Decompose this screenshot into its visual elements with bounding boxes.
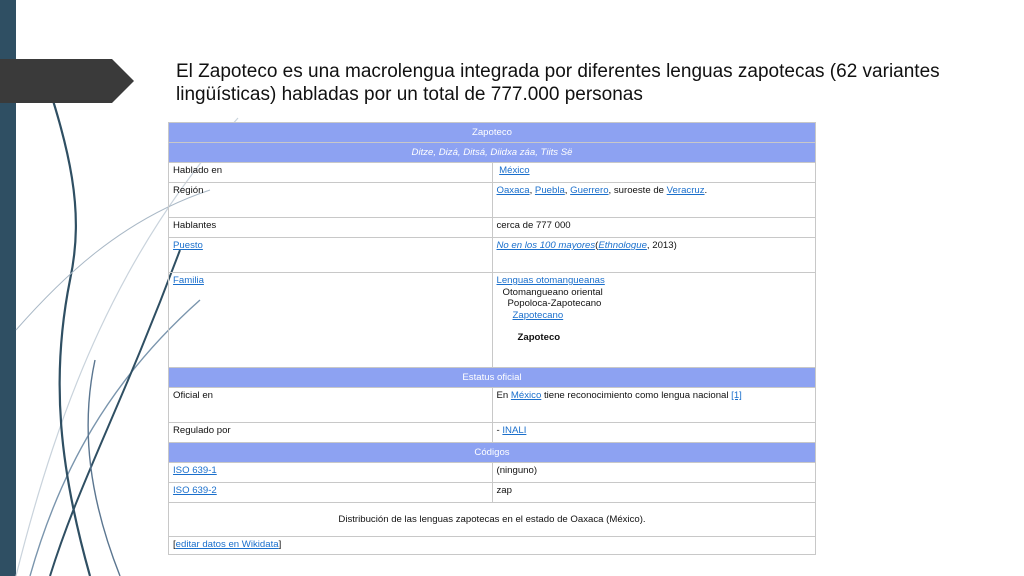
edit-wikidata-link[interactable]: editar datos en Wikidata (176, 539, 279, 550)
rank-link[interactable]: No en los 100 mayores (497, 240, 596, 251)
spoken-row: Hablado en México (168, 162, 816, 183)
edit-close: ] (278, 539, 282, 550)
official-header-row: Estatus oficial (168, 367, 816, 388)
slide-title: El Zapoteco es una macrolengua integrada… (176, 61, 940, 105)
regulated-label: Regulado por (168, 422, 493, 443)
infobox-subheader: Ditze, Dizá, Ditsá, Diidxa záa, Tiits Së (168, 142, 816, 163)
region-end: . (704, 185, 708, 196)
infobox-header-row: Zapoteco (168, 122, 816, 143)
region-link-veracruz[interactable]: Veracruz (667, 185, 705, 196)
family-row: Familia Lenguas otomangueanas Otomanguea… (168, 272, 816, 368)
iso1-row: ISO 639-1 (ninguno) (168, 462, 816, 483)
regulated-link[interactable]: INALI (502, 425, 526, 436)
family-label-cell: Familia (168, 272, 493, 368)
region-value-cell: Oaxaca, Puebla, Guerrero, suroeste de Ve… (491, 182, 816, 218)
official-row: Oficial en En México tiene reconocimient… (168, 387, 816, 423)
edit-cell: [editar datos en Wikidata] (168, 536, 816, 555)
family-tree-item: Zapoteco (517, 332, 561, 343)
official-prefix: En (496, 390, 511, 401)
rank-row: Puesto No en los 100 mayores(Ethnologue,… (168, 237, 816, 273)
region-link-guerrero[interactable]: Guerrero (570, 185, 608, 196)
official-country-link[interactable]: México (511, 390, 541, 401)
official-label: Oficial en (168, 387, 493, 423)
iso2-label-cell: ISO 639-2 (168, 482, 493, 503)
region-link-puebla[interactable]: Puebla (535, 185, 565, 196)
regulated-row: Regulado por - INALI (168, 422, 816, 443)
codes-header: Códigos (168, 442, 816, 463)
codes-header-row: Códigos (168, 442, 816, 463)
region-mid-text: , suroeste de (608, 185, 667, 196)
family-tree-item: Popoloca-Zapotecano (507, 298, 602, 309)
official-header: Estatus oficial (168, 367, 816, 388)
region-row: Región Oaxaca, Puebla, Guerrero, suroest… (168, 182, 816, 218)
iso2-link[interactable]: ISO 639-2 (173, 485, 217, 496)
speakers-value: cerca de 777 000 (491, 217, 816, 238)
edit-row: [editar datos en Wikidata] (168, 536, 816, 555)
infobox-subheader-row: Ditze, Dizá, Ditsá, Diidxa záa, Tiits Së (168, 142, 816, 163)
rank-value-cell: No en los 100 mayores(Ethnologue, 2013) (491, 237, 816, 273)
region-label: Región (168, 182, 493, 218)
iso2-row: ISO 639-2 zap (168, 482, 816, 503)
speakers-label: Hablantes (168, 217, 493, 238)
iso2-value: zap (491, 482, 816, 503)
iso1-label-cell: ISO 639-1 (168, 462, 493, 483)
iso1-value: (ninguno) (491, 462, 816, 483)
family-tree-item[interactable]: Zapotecano (513, 310, 564, 321)
title-arrow-marker (0, 59, 134, 103)
map-caption: Distribución de las lenguas zapotecas en… (168, 502, 816, 537)
official-text: tiene reconocimiento como lengua naciona… (541, 390, 732, 401)
regulated-value-cell: - INALI (491, 422, 816, 443)
spoken-value-cell: México (491, 162, 816, 183)
language-infobox: Zapoteco Ditze, Dizá, Ditsá, Diidxa záa,… (168, 122, 816, 555)
iso1-link[interactable]: ISO 639-1 (173, 465, 217, 476)
official-value-cell: En México tiene reconocimiento como leng… (491, 387, 816, 423)
rank-label-link[interactable]: Puesto (173, 240, 203, 251)
rank-year: , 2013) (646, 240, 677, 251)
spoken-label: Hablado en (168, 162, 493, 183)
official-reference-link[interactable]: [1] (731, 390, 742, 401)
family-label-link[interactable]: Familia (173, 275, 204, 286)
family-tree-item[interactable]: Lenguas otomangueanas (497, 275, 605, 286)
map-caption-row: Distribución de las lenguas zapotecas en… (168, 502, 816, 537)
infobox-header: Zapoteco (168, 122, 816, 143)
speakers-row: Hablantes cerca de 777 000 (168, 217, 816, 238)
rank-label-cell: Puesto (168, 237, 493, 273)
rank-source-link[interactable]: Ethnologue (598, 240, 647, 251)
family-tree-item: Otomangueano oriental (502, 286, 603, 298)
spoken-country-link[interactable]: México (499, 165, 529, 176)
family-tree: Lenguas otomangueanas Otomangueano orien… (491, 272, 816, 368)
region-link-oaxaca[interactable]: Oaxaca (497, 185, 530, 196)
